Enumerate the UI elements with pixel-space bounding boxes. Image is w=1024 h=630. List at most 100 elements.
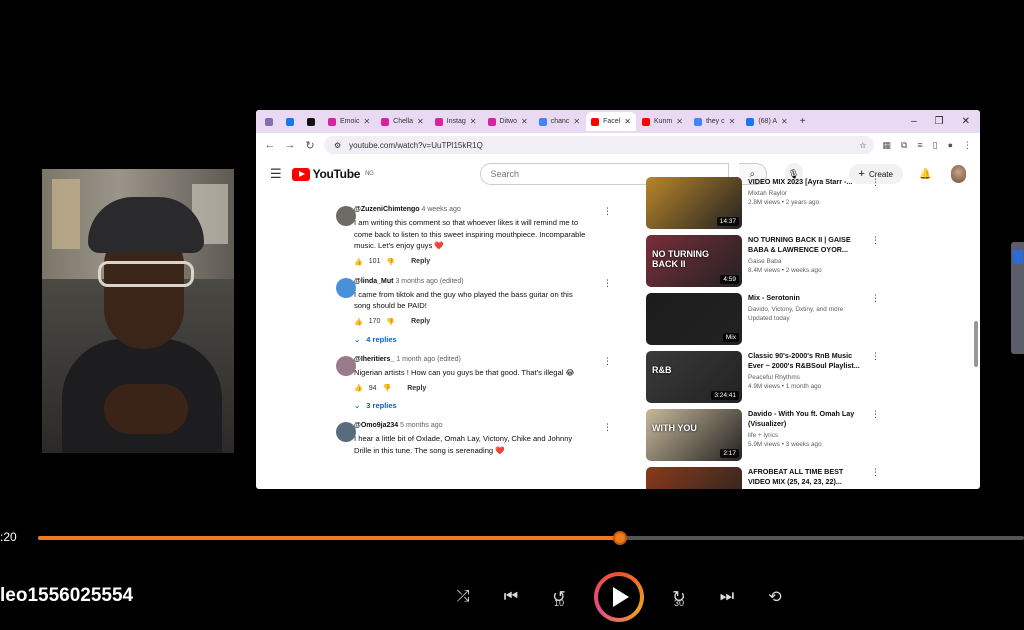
rewind-button[interactable]: ↺ 10 [546, 587, 572, 608]
video-title[interactable]: VIDEO MIX 2023 [Ayra Starr -... [748, 177, 866, 187]
sidebar-icon[interactable]: ▯ [933, 140, 938, 151]
tab-close-icon[interactable]: ✕ [417, 117, 424, 126]
tab-close-icon[interactable]: ✕ [521, 117, 528, 126]
comment-time[interactable]: 5 months ago [400, 422, 442, 429]
forward-button[interactable]: → [284, 139, 296, 151]
video-action-menu-icon[interactable]: ⋮ [871, 177, 880, 188]
extensions-puzzle-icon[interactable]: ⧉ [901, 140, 907, 151]
tab-close-icon[interactable]: ✕ [363, 117, 370, 126]
browser-tab[interactable]: Instag ✕ [430, 112, 482, 131]
seek-bar[interactable] [38, 531, 1024, 545]
seek-bar-handle[interactable] [613, 531, 627, 545]
commenter-avatar[interactable] [336, 355, 356, 376]
comment-author[interactable]: @ZuzeniChimtengo [354, 206, 420, 213]
minimize-icon[interactable]: – [911, 116, 917, 127]
previous-track-icon[interactable]: ⏮ [498, 588, 524, 606]
tab-close-icon[interactable]: ✕ [676, 117, 683, 126]
media-control-icon[interactable]: ≡ [917, 140, 922, 151]
like-button-icon[interactable]: 👍 [354, 258, 363, 266]
video-channel[interactable]: Mixtah Raylor [748, 190, 866, 197]
browser-tab[interactable]: (68) A ✕ [741, 112, 792, 131]
video-title[interactable]: Mix - Serotonin [748, 293, 866, 303]
address-bar[interactable]: ⚙ youtube.com/watch?v=UuTPl15kR1Q ☆ [324, 136, 875, 154]
browser-menu-icon[interactable]: ⋮ [963, 140, 972, 151]
like-button-icon[interactable]: 👍 [354, 318, 363, 326]
commenter-avatar[interactable] [336, 277, 356, 298]
comment-time[interactable]: 4 weeks ago [422, 206, 461, 213]
video-channel[interactable]: Davido, Victony, Dxtiny, and more [748, 306, 866, 313]
comment-action-menu-icon[interactable]: ⋮ [603, 206, 612, 217]
tab-close-icon[interactable]: ✕ [573, 117, 580, 126]
dislike-button-icon[interactable]: 👎 [386, 258, 395, 266]
video-thumbnail[interactable]: NO TURNING BACK II 4:59 [646, 235, 742, 287]
video-thumbnail[interactable]: Mix [646, 293, 742, 345]
recommended-video[interactable]: AFROBEAT ALL TIME BEST VIDEO MIX (25, 24… [646, 467, 980, 489]
video-title[interactable]: NO TURNING BACK II | GAISE BABA & LAWREN… [748, 235, 866, 255]
video-channel[interactable]: Gaise Baba [748, 258, 866, 265]
browser-tab[interactable] [302, 112, 322, 131]
browser-tab[interactable]: they c ✕ [689, 112, 740, 131]
tab-close-icon[interactable]: ✕ [624, 117, 631, 126]
browser-tab[interactable] [260, 112, 280, 131]
comment-time[interactable]: 3 months ago (edited) [395, 278, 463, 285]
video-thumbnail[interactable]: R&B 3:24:41 [646, 351, 742, 403]
tab-close-icon[interactable]: ✕ [470, 117, 477, 126]
youtube-logo[interactable]: YouTube NG [291, 167, 374, 181]
site-info-icon[interactable]: ⚙ [334, 141, 341, 150]
tab-close-icon[interactable]: ✕ [781, 117, 788, 126]
reply-button[interactable]: Reply [411, 258, 430, 265]
repeat-icon[interactable]: ⟲ [762, 587, 788, 607]
extension-icon[interactable]: ▦ [882, 140, 891, 151]
video-title[interactable]: AFROBEAT ALL TIME BEST VIDEO MIX (25, 24… [748, 467, 866, 487]
browser-tab[interactable]: Kunm ✕ [637, 112, 688, 131]
browser-tab[interactable] [281, 112, 301, 131]
video-action-menu-icon[interactable]: ⋮ [871, 467, 880, 478]
video-action-menu-icon[interactable]: ⋮ [871, 235, 880, 246]
dislike-button-icon[interactable]: 👎 [383, 384, 392, 392]
reload-button[interactable]: ↻ [304, 139, 316, 152]
video-title[interactable]: Davido - With You ft. Omah Lay (Visualiz… [748, 409, 866, 429]
browser-tab[interactable]: chanc ✕ [534, 112, 585, 131]
recommended-video[interactable]: Mix Mix - Serotonin Davido, Victony, Dxt… [646, 293, 980, 351]
recommended-video[interactable]: R&B 3:24:41 Classic 90's-2000's RnB Music… [646, 351, 980, 409]
browser-tab[interactable]: Chella ✕ [376, 112, 429, 131]
close-window-icon[interactable]: ✕ [962, 116, 970, 127]
like-button-icon[interactable]: 👍 [354, 384, 363, 392]
dislike-button-icon[interactable]: 👎 [386, 318, 395, 326]
view-replies-button[interactable]: ⌄ 3 replies [354, 401, 636, 410]
guide-menu-icon[interactable]: ☰ [270, 166, 282, 182]
video-thumbnail[interactable] [646, 467, 742, 489]
next-track-icon[interactable]: ⏭ [714, 588, 740, 606]
video-channel[interactable]: life + lyrics [748, 432, 866, 439]
recommended-video[interactable]: WITH YOU 2:17 Davido - With You ft. Omah … [646, 409, 980, 467]
comment-action-menu-icon[interactable]: ⋮ [603, 356, 612, 367]
tab-close-icon[interactable]: ✕ [729, 117, 736, 126]
maximize-icon[interactable]: ❐ [935, 116, 944, 127]
video-title[interactable]: Classic 90's-2000's RnB Music Ever ~ 200… [748, 351, 866, 371]
commenter-avatar[interactable] [336, 206, 356, 226]
bookmark-star-icon[interactable]: ☆ [859, 141, 866, 150]
video-action-menu-icon[interactable]: ⋮ [871, 293, 880, 304]
new-tab-button[interactable]: + [800, 116, 806, 127]
commenter-avatar[interactable] [336, 422, 356, 442]
play-button[interactable] [594, 572, 644, 622]
video-action-menu-icon[interactable]: ⋮ [871, 409, 880, 420]
view-replies-button[interactable]: ⌄ 4 replies [354, 335, 636, 344]
comment-action-menu-icon[interactable]: ⋮ [603, 422, 612, 433]
video-action-menu-icon[interactable]: ⋮ [871, 351, 880, 362]
browser-tab[interactable]: Emoic ✕ [323, 112, 375, 131]
comment-author[interactable]: @Iheritiers_ [354, 356, 394, 363]
browser-tab[interactable]: Ditwo ✕ [483, 112, 533, 131]
browser-tab[interactable]: Facel ✕ [586, 112, 636, 131]
recommended-video[interactable]: NO TURNING BACK II 4:59 NO TURNING BACK I… [646, 235, 980, 293]
forward-button[interactable]: ↻ 30 [666, 587, 692, 608]
video-thumbnail[interactable]: WITH YOU 2:17 [646, 409, 742, 461]
comment-author[interactable]: @Omo9ja234 [354, 422, 398, 429]
back-button[interactable]: ← [264, 139, 276, 151]
comment-time[interactable]: 1 month ago (edited) [396, 356, 461, 363]
comment-author[interactable]: @linda_Mut [354, 278, 394, 285]
video-channel[interactable]: Peaceful Rhythms [748, 374, 866, 381]
video-thumbnail[interactable]: 14:37 [646, 177, 742, 229]
recommended-video[interactable]: 14:37 VIDEO MIX 2023 [Ayra Starr -... Mi… [646, 177, 980, 235]
reply-button[interactable]: Reply [411, 318, 430, 325]
